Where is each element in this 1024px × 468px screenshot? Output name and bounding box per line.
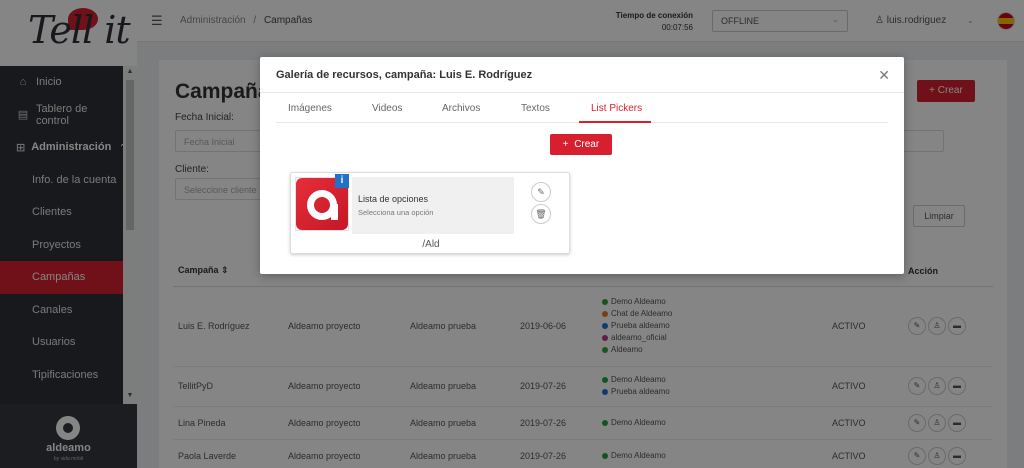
tab-imagenes[interactable]: Imágenes bbox=[288, 103, 332, 114]
create-label: Crear bbox=[574, 139, 600, 150]
close-icon[interactable]: ✕ bbox=[878, 67, 890, 84]
list-picker-card[interactable]: i Lista de opciones Selecciona una opció… bbox=[290, 172, 570, 254]
info-icon[interactable]: i bbox=[335, 174, 349, 188]
modal-title: Galería de recursos, campaña: Luis E. Ro… bbox=[276, 69, 533, 81]
tab-videos[interactable]: Videos bbox=[372, 103, 402, 114]
tab-textos[interactable]: Textos bbox=[521, 103, 550, 114]
create-list-picker-button[interactable]: + Crear bbox=[550, 134, 612, 155]
modal-divider bbox=[260, 92, 904, 93]
modal-tabs: Imágenes Videos Archivos Textos List Pic… bbox=[276, 94, 888, 123]
tab-archivos[interactable]: Archivos bbox=[442, 103, 480, 114]
trash-icon[interactable]: 🗑 bbox=[531, 204, 551, 224]
list-picker-name: Lista de opciones bbox=[358, 194, 429, 204]
tab-list-pickers[interactable]: List Pickers bbox=[591, 103, 642, 114]
edit-icon[interactable]: ✎ bbox=[531, 182, 551, 202]
list-picker-hint: Selecciona una opción bbox=[358, 208, 434, 217]
list-picker-path: /Ald bbox=[422, 239, 440, 250]
active-tab-indicator bbox=[579, 121, 651, 123]
list-picker-preview: Lista de opciones Selecciona una opción bbox=[352, 177, 514, 234]
resource-gallery-modal: Galería de recursos, campaña: Luis E. Ro… bbox=[260, 57, 904, 274]
